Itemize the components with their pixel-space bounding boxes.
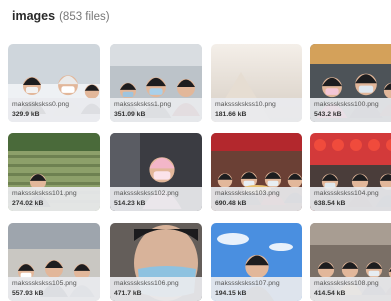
- file-name: makssskskss105.png: [12, 280, 77, 287]
- image-card[interactable]: makssskskss103.png 690.48 kB: [211, 133, 302, 211]
- file-size: 690.48 kB: [215, 200, 247, 207]
- file-size: 638.54 kB: [314, 200, 346, 207]
- file-size: 543.2 kB: [314, 111, 342, 118]
- file-name: makssskskss0.png: [12, 101, 70, 108]
- file-info: makssskskss108.png 414.54 kB: [310, 277, 391, 301]
- file-info: makssskskss0.png 329.9 kB: [8, 98, 100, 122]
- file-name: makssskskss107.png: [215, 280, 280, 287]
- file-info: makssskskss10.png 181.66 kB: [211, 98, 302, 122]
- file-size: 471.7 kB: [114, 290, 142, 297]
- file-name: makssskskss101.png: [12, 190, 77, 197]
- image-card[interactable]: makssskskss102.png 514.23 kB: [110, 133, 202, 211]
- file-name: makssskskss108.png: [314, 280, 379, 287]
- file-info: makssskskss100.png 543.2 kB: [310, 98, 391, 122]
- image-card[interactable]: makssskskss100.png 543.2 kB: [310, 44, 391, 122]
- image-card[interactable]: makssskskss101.png 274.02 kB: [8, 133, 100, 211]
- file-info: makssskskss1.png 351.09 kB: [110, 98, 202, 122]
- file-size: 514.23 kB: [114, 200, 146, 207]
- file-name: makssskskss10.png: [215, 101, 276, 108]
- image-card[interactable]: makssskskss104.png 638.54 kB: [310, 133, 391, 211]
- image-card[interactable]: makssskskss108.png 414.54 kB: [310, 223, 391, 301]
- file-size: 557.93 kB: [12, 290, 44, 297]
- file-name: makssskskss100.png: [314, 101, 379, 108]
- file-size: 351.09 kB: [114, 111, 146, 118]
- image-card[interactable]: makssskskss107.png 194.15 kB: [211, 223, 302, 301]
- image-card[interactable]: makssskskss105.png 557.93 kB: [8, 223, 100, 301]
- file-name: makssskskss102.png: [114, 190, 179, 197]
- image-card[interactable]: makssskskss106.png 471.7 kB: [110, 223, 202, 301]
- file-size: 329.9 kB: [12, 111, 40, 118]
- file-info: makssskskss106.png 471.7 kB: [110, 277, 202, 301]
- file-size: 181.66 kB: [215, 111, 247, 118]
- file-name: makssskskss1.png: [114, 101, 172, 108]
- file-size: 194.15 kB: [215, 290, 247, 297]
- file-info: makssskskss107.png 194.15 kB: [211, 277, 302, 301]
- image-card[interactable]: makssskskss10.png 181.66 kB: [211, 44, 302, 122]
- image-card[interactable]: makssskskss1.png 351.09 kB: [110, 44, 202, 122]
- file-info: makssskskss105.png 557.93 kB: [8, 277, 100, 301]
- file-size: 274.02 kB: [12, 200, 44, 207]
- file-name: makssskskss106.png: [114, 280, 179, 287]
- file-info: makssskskss102.png 514.23 kB: [110, 187, 202, 211]
- image-card[interactable]: makssskskss0.png 329.9 kB: [8, 44, 100, 122]
- file-name: makssskskss103.png: [215, 190, 280, 197]
- file-info: makssskskss103.png 690.48 kB: [211, 187, 302, 211]
- image-grid: makssskskss0.png 329.9 kB makssskskss1.png…: [0, 0, 391, 301]
- file-info: makssskskss104.png 638.54 kB: [310, 187, 391, 211]
- file-size: 414.54 kB: [314, 290, 346, 297]
- file-name: makssskskss104.png: [314, 190, 379, 197]
- file-info: makssskskss101.png 274.02 kB: [8, 187, 100, 211]
